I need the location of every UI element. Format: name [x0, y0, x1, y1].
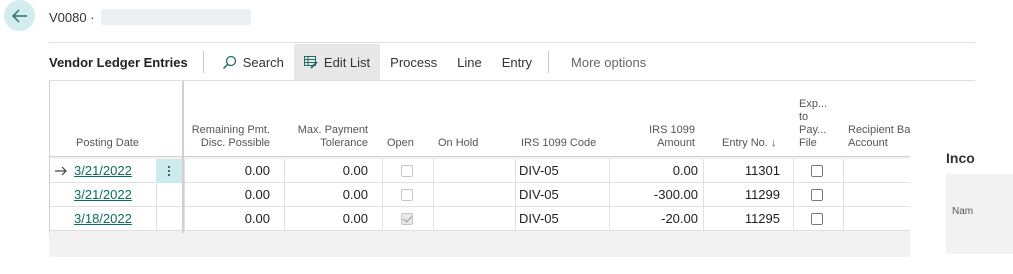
col-recipient-bank-account[interactable]: Recipient Ba Account [848, 124, 910, 150]
col-irsamt-line1: IRS 1099 [649, 124, 695, 136]
record-title-text: V0080 · [49, 9, 95, 25]
col-remaining-line1: Remaining Pmt. [191, 124, 270, 136]
edit-list-icon [303, 55, 318, 69]
posting-date-link[interactable]: 3/18/2022 [74, 207, 132, 231]
frozen-column-divider [182, 81, 184, 233]
page-caption: Vendor Ledger Entries [49, 54, 188, 70]
row-actions-button[interactable] [156, 159, 182, 183]
current-row-arrow-icon [55, 166, 67, 176]
back-button[interactable] [4, 0, 35, 31]
search-button[interactable]: Search [212, 44, 294, 80]
col-irs-1099-code[interactable]: IRS 1099 Code [521, 137, 596, 150]
arrow-left-icon [11, 9, 27, 22]
irs-1099-amount-cell[interactable]: -300.00 [654, 183, 698, 207]
col-posting-date[interactable]: Posting Date [76, 137, 139, 150]
factbox-panel: Inco Nam [938, 80, 1013, 274]
col-irs-1099-amount[interactable]: IRS 1099 Amount [649, 124, 695, 150]
factbox-field-label: Nam [952, 206, 974, 217]
more-options-label: More options [571, 54, 647, 70]
max-payment-tolerance-cell[interactable]: 0.00 [343, 159, 368, 183]
search-label: Search [242, 54, 284, 70]
grid-header: Posting Date Remaining Pmt. Disc. Possib… [49, 81, 910, 157]
col-maxtol-line2: Tolerance [320, 137, 368, 149]
ledger-grid: Posting Date Remaining Pmt. Disc. Possib… [49, 81, 910, 257]
col-maxtol-line1: Max. Payment [297, 124, 368, 136]
process-label: Process [390, 54, 438, 70]
record-title: V0080 · [49, 9, 251, 25]
table-row[interactable]: 3/18/2022 0.00 0.00 DIV-05 -20.00 11295 [49, 207, 910, 231]
col-irsamt-line2: Amount [657, 137, 695, 149]
irs-1099-code-cell[interactable]: DIV-05 [519, 183, 559, 207]
open-checkbox [401, 189, 413, 201]
col-exp-line1: Exp... [799, 98, 828, 110]
col-entry-no[interactable]: Entry No. ↓ [722, 137, 776, 150]
open-checkbox [401, 165, 413, 177]
action-bar: Vendor Ledger Entries Search Edit List P… [49, 44, 975, 80]
separator [548, 51, 550, 73]
col-open[interactable]: Open [387, 137, 414, 150]
max-payment-tolerance-cell[interactable]: 0.00 [343, 207, 368, 231]
col-recip-line2: Account [848, 137, 888, 149]
search-icon [222, 55, 236, 69]
line-menu[interactable]: Line [447, 44, 492, 80]
col-exp-line4: File [799, 137, 817, 149]
remaining-pmt-disc-cell[interactable]: 0.00 [245, 183, 270, 207]
entry-no-cell: 11301 [744, 163, 780, 178]
divider [49, 42, 975, 43]
separator [202, 51, 204, 73]
col-exp-line2: to [799, 111, 809, 123]
line-label: Line [457, 54, 482, 70]
grid-left-border [49, 81, 50, 233]
factbox-title: Inco [946, 150, 975, 166]
process-menu[interactable]: Process [380, 44, 447, 80]
col-remaining-pmt-disc[interactable]: Remaining Pmt. Disc. Possible [192, 124, 270, 150]
irs-1099-code-cell[interactable]: DIV-05 [519, 207, 559, 231]
irs-1099-amount-cell[interactable]: 0.00 [673, 159, 698, 183]
col-max-payment-tolerance[interactable]: Max. Payment Tolerance [298, 124, 368, 150]
posting-date-link[interactable]: 3/21/2022 [74, 159, 132, 183]
remaining-pmt-disc-cell[interactable]: 0.00 [245, 207, 270, 231]
remaining-pmt-disc-cell[interactable]: 0.00 [245, 159, 270, 183]
irs-1099-amount-cell[interactable]: -20.00 [661, 207, 698, 231]
exported-checkbox[interactable] [811, 189, 823, 201]
col-exp-line3: Pay... [799, 124, 827, 136]
edit-list-label: Edit List [323, 54, 371, 70]
table-row[interactable]: 3/21/2022 0.00 0.00 DIV-05 -300.00 11299 [49, 183, 910, 207]
more-options-button[interactable]: More options [557, 44, 656, 80]
exported-checkbox[interactable] [811, 165, 823, 177]
col-recip-line1: Recipient Ba [848, 124, 910, 136]
col-exported-to-payment-file[interactable]: Exp... to Pay... File [799, 98, 827, 150]
redacted-vendor-name [100, 9, 251, 25]
exported-checkbox[interactable] [811, 213, 823, 225]
table-row[interactable]: 3/21/2022 0.00 0.00 DIV-05 0.00 11301 [49, 159, 910, 183]
max-payment-tolerance-cell[interactable]: 0.00 [343, 183, 368, 207]
entry-label: Entry [501, 54, 533, 70]
entry-no-cell: 11299 [744, 187, 780, 202]
posting-date-link[interactable]: 3/21/2022 [74, 183, 132, 207]
col-remaining-line2: Disc. Possible [200, 137, 270, 149]
irs-1099-code-cell[interactable]: DIV-05 [519, 159, 559, 183]
entry-no-cell: 11295 [744, 211, 780, 226]
entry-menu[interactable]: Entry [492, 44, 542, 80]
edit-list-button[interactable]: Edit List [293, 44, 381, 80]
col-on-hold[interactable]: On Hold [438, 137, 478, 150]
open-checkbox [401, 213, 413, 225]
